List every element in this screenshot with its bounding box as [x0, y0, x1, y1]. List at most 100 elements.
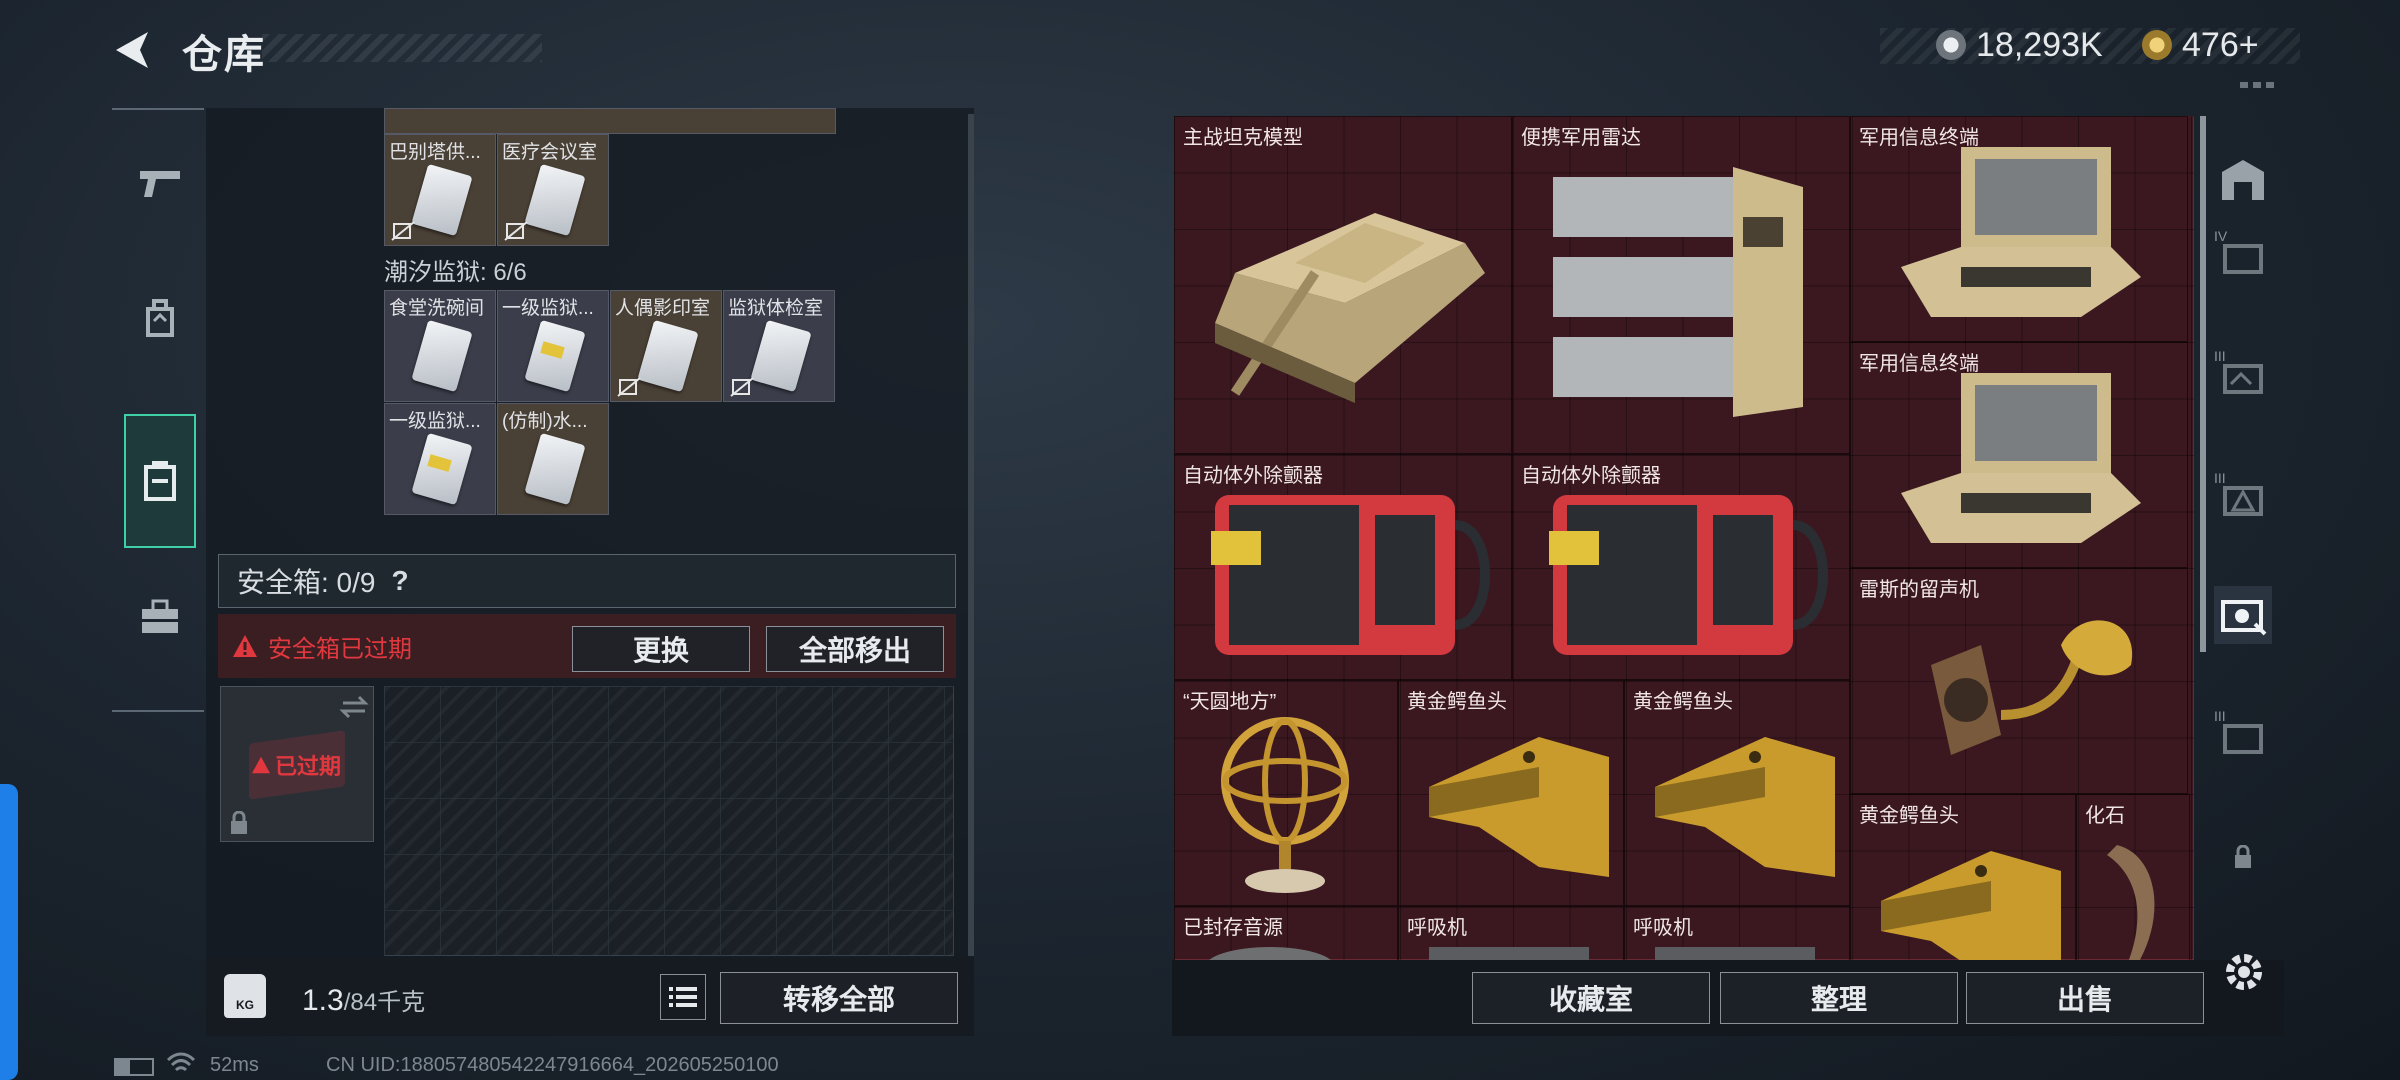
- safe-box-title: 安全箱: 0/9: [237, 567, 376, 598]
- replace-button[interactable]: 更换: [572, 626, 750, 672]
- gold-croc-icon: [1429, 737, 1609, 877]
- back-arrow-icon[interactable]: [108, 26, 156, 74]
- keycard-item[interactable]: 一级监狱...: [497, 290, 609, 402]
- clipped-card-row: [384, 108, 836, 134]
- armillary-icon: [1221, 717, 1349, 893]
- warning-icon: [233, 635, 257, 657]
- keycard-item[interactable]: 巴别塔供...: [384, 134, 496, 246]
- crate-icon: [2223, 364, 2263, 394]
- storage-tab[interactable]: [124, 414, 196, 548]
- collection-item[interactable]: 雷斯的留声机: [1850, 568, 2188, 794]
- collection-item[interactable]: 呼吸机: [1624, 906, 1850, 960]
- weight-icon: KG: [224, 974, 266, 1018]
- keycard-icon: [411, 432, 473, 506]
- sell-button[interactable]: 出售: [1966, 972, 2204, 1024]
- ventilator-icon: [1655, 947, 1815, 960]
- title-decoration: [262, 34, 542, 62]
- collection-item[interactable]: 黄金鳄鱼头: [1850, 794, 2076, 960]
- collection-item[interactable]: 军用信息终端: [1850, 342, 2188, 568]
- lock-icon: [231, 811, 247, 834]
- category-rail: [112, 108, 204, 712]
- expired-warning-text: 安全箱已过期: [268, 635, 412, 663]
- tab-scrollbar[interactable]: [2200, 116, 2206, 652]
- radar-icon: [1553, 167, 1803, 417]
- list-icon: [669, 987, 697, 1007]
- remove-all-button[interactable]: 全部移出: [766, 626, 944, 672]
- collection-item[interactable]: 主战坦克模型: [1174, 116, 1512, 454]
- collection-item[interactable]: 呼吸机: [1398, 906, 1624, 960]
- safe-box-header: 安全箱: 0/9 ?: [218, 554, 956, 608]
- keycard-icon: [411, 163, 473, 237]
- hint-dots-icon: [2238, 78, 2276, 92]
- tab-locked[interactable]: [2214, 828, 2272, 886]
- settings-gear-icon[interactable]: [2222, 950, 2266, 994]
- help-icon[interactable]: ?: [391, 565, 408, 597]
- shelf-icon: [2223, 244, 2263, 274]
- list-view-button[interactable]: [660, 974, 706, 1020]
- collection-room-button[interactable]: 收藏室: [1472, 972, 1710, 1024]
- battery-icon: [114, 1058, 154, 1076]
- coin-icon: [1936, 30, 1966, 60]
- collection-item[interactable]: 军用信息终端: [1850, 116, 2188, 342]
- token-icon: [2142, 30, 2172, 60]
- collection-item[interactable]: 便携军用雷达: [1512, 116, 1850, 454]
- collection-item[interactable]: 黄金鳄鱼头: [1398, 680, 1624, 906]
- audio-icon: [1205, 947, 1335, 960]
- collection-item[interactable]: “天圆地方”: [1174, 680, 1398, 906]
- collection-item[interactable]: 已封存音源: [1174, 906, 1398, 960]
- coin-balance[interactable]: 18,293K: [1936, 24, 2103, 66]
- tab-tier-3-b[interactable]: III: [2214, 470, 2272, 528]
- tab-tier-3-a[interactable]: III: [2214, 348, 2272, 406]
- page-title: 仓库: [182, 33, 266, 77]
- keycard-icon: [524, 432, 586, 506]
- transfer-all-button[interactable]: 转移全部: [720, 972, 958, 1024]
- tab-tier-3-c[interactable]: III: [2214, 708, 2272, 766]
- gramophone-icon: [1931, 620, 2133, 755]
- collection-item[interactable]: 自动体外除颤器: [1174, 454, 1512, 680]
- tab-tier-4[interactable]: IV: [2214, 228, 2272, 286]
- keycard-item[interactable]: (仿制)水...: [497, 403, 609, 515]
- toolbox-icon: [142, 599, 178, 633]
- keycard-item[interactable]: 食堂洗碗间: [384, 290, 496, 402]
- tab-vault[interactable]: [2214, 150, 2272, 208]
- keycard-item[interactable]: 一级监狱...: [384, 403, 496, 515]
- keycard-icon: [637, 319, 699, 393]
- collection-tab-rail: IV III III III: [2200, 116, 2284, 956]
- pistol-icon: [140, 171, 180, 197]
- collection-crate-icon: [2221, 600, 2267, 636]
- weapons-tab[interactable]: [124, 116, 196, 250]
- keycard-item[interactable]: 医疗会议室: [497, 134, 609, 246]
- safe-box-slot[interactable]: 已过期: [220, 686, 374, 842]
- side-handle[interactable]: [0, 784, 18, 1080]
- unbound-icon: [391, 221, 415, 241]
- tank-icon: [1215, 213, 1485, 403]
- keycard-icon: [524, 319, 586, 393]
- collection-footer: 收藏室 整理 出售: [1172, 960, 2284, 1036]
- defibrillator-icon: [1211, 495, 1490, 655]
- unbound-icon: [730, 377, 754, 397]
- tab-collection-active[interactable]: [2214, 586, 2272, 644]
- sort-button[interactable]: 整理: [1720, 972, 1958, 1024]
- backpack-icon: [146, 299, 174, 337]
- gold-croc-icon: [1881, 851, 2061, 960]
- expired-tag: 已过期: [251, 749, 341, 781]
- keycard-item[interactable]: 监狱体检室: [723, 290, 835, 402]
- keycard-item[interactable]: 人偶影印室: [610, 290, 722, 402]
- wifi-icon: [166, 1052, 196, 1072]
- prison-section-title: 潮汐监狱: 6/6: [384, 259, 527, 286]
- gold-croc-icon: [1655, 737, 1835, 877]
- toolbox-tab[interactable]: [124, 550, 196, 684]
- crate-icon: [2223, 724, 2263, 754]
- collection-item[interactable]: 黄金鳄鱼头: [1624, 680, 1850, 906]
- collection-item[interactable]: 化石: [2076, 794, 2190, 960]
- keycard-icon: [750, 319, 812, 393]
- weight-value: 1.3: [302, 984, 344, 1017]
- uid-readout: CN UID:188057480542247916664_20260525010…: [326, 1054, 779, 1076]
- keycard-icon: [411, 319, 473, 393]
- gear-tab[interactable]: [124, 250, 196, 384]
- safe-box-grid-lines: [384, 686, 954, 956]
- inventory-scrollbar[interactable]: [968, 114, 974, 956]
- collection-item[interactable]: 自动体外除颤器: [1512, 454, 1850, 680]
- unbound-icon: [617, 377, 641, 397]
- token-balance[interactable]: 476+: [2142, 24, 2259, 66]
